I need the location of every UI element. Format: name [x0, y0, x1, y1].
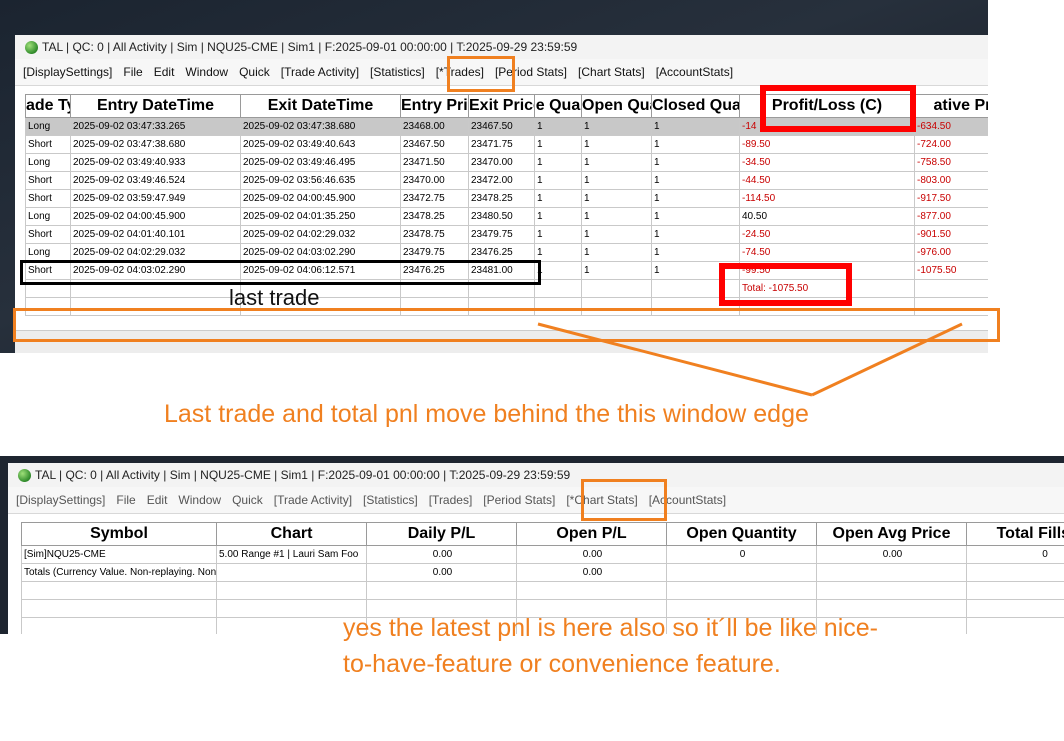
cell-open-pl: 0.00 [516, 545, 667, 564]
cell-open-qty: 0 [666, 545, 817, 564]
table-row-totals[interactable]: Totals (Currency Value. Non-replaying. N… [21, 563, 1064, 582]
menu-statistics[interactable]: [Statistics] [363, 493, 418, 507]
annotation-note-chart-stats: yes the latest pnl is here also so it´ll… [343, 610, 878, 682]
note-line-2: to-have-feature or convenience feature. [343, 650, 781, 678]
annotation-note-edge: Last trade and total pnl move behind the… [164, 400, 809, 428]
cell-daily-pl: 0.00 [366, 545, 517, 564]
menu-trade-activity[interactable]: [Trade Activity] [274, 493, 352, 507]
app-globe-icon [18, 468, 31, 482]
cell-open-avg [816, 563, 967, 582]
cell-open-avg: 0.00 [816, 545, 967, 564]
cell-total-fills: 0 [966, 545, 1064, 564]
cell-daily-pl: 0.00 [366, 563, 517, 582]
col-total-fills[interactable]: Total Fills (B [966, 522, 1064, 546]
cell-symbol: [Sim]NQU25-CME [21, 545, 217, 564]
arrow-line-right [811, 322, 963, 397]
cell-chart: 5.00 Range #1 | Lauri Sam Foo [216, 545, 367, 564]
arrow-line-left [537, 322, 813, 397]
menu-period-stats[interactable]: [Period Stats] [483, 493, 555, 507]
table-row-empty [21, 581, 1064, 600]
menu-display-settings[interactable]: [DisplaySettings] [16, 493, 105, 507]
menu-edit[interactable]: Edit [147, 493, 168, 507]
chart-stats-window: TAL | QC: 0 | All Activity | Sim | NQU25… [8, 463, 1064, 634]
col-open-quantity[interactable]: Open Quantity [666, 522, 817, 546]
cell-open-qty [666, 563, 817, 582]
note-line-1: yes the latest pnl is here also so it´ll… [343, 614, 878, 642]
menu-bar: [DisplaySettings] File Edit Window Quick… [8, 487, 1064, 514]
menu-trades[interactable]: [Trades] [429, 493, 473, 507]
window-title: TAL | QC: 0 | All Activity | Sim | NQU25… [35, 468, 571, 482]
col-daily-pl[interactable]: Daily P/L [366, 522, 517, 546]
menu-window[interactable]: Window [178, 493, 221, 507]
cell-open-pl: 0.00 [516, 563, 667, 582]
table-row[interactable]: [Sim]NQU25-CME 5.00 Range #1 | Lauri Sam… [21, 545, 1064, 564]
chart-stats-tab-highlight [581, 479, 667, 521]
table-header-row: Symbol Chart Daily P/L Open P/L Open Qua… [21, 522, 1064, 546]
cell-total-fills [966, 563, 1064, 582]
menu-file[interactable]: File [116, 493, 135, 507]
col-open-pl[interactable]: Open P/L [516, 522, 667, 546]
col-open-avg-price[interactable]: Open Avg Price [816, 522, 967, 546]
cell-chart [216, 563, 367, 582]
menu-quick[interactable]: Quick [232, 493, 263, 507]
col-symbol[interactable]: Symbol [21, 522, 217, 546]
cell-symbol: Totals (Currency Value. Non-replaying. N… [21, 563, 217, 582]
title-bar: TAL | QC: 0 | All Activity | Sim | NQU25… [8, 463, 1064, 487]
col-chart[interactable]: Chart [216, 522, 367, 546]
